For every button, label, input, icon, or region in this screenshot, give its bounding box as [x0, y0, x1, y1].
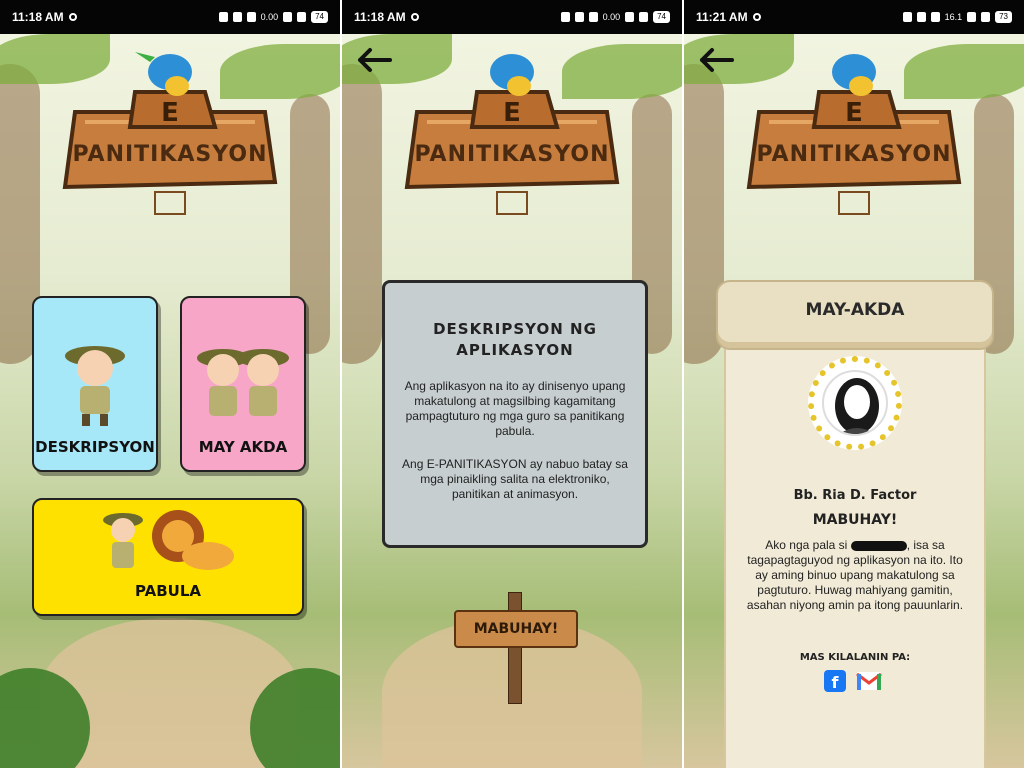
description-screen: 11:18 AM 0.00 74 E PANITIKASYON DESKRIPS… — [342, 0, 682, 768]
status-bar: 11:21 AM 16.1 73 — [684, 0, 1024, 34]
author-screen: 11:21 AM 16.1 73 E PANITIKASYON MAY-AKDA… — [684, 0, 1024, 768]
description-title: DESKRIPSYON NG APLIKASYON — [433, 320, 597, 359]
wifi-icon — [283, 12, 293, 22]
may-akda-label: MAY AKDA — [198, 438, 288, 456]
description-box: DESKRIPSYON NG APLIKASYON Ang aplikasyon… — [382, 280, 648, 548]
explorer-girl-icon — [65, 346, 125, 426]
pabula-card[interactable]: PABULA — [32, 498, 304, 616]
deskripsyon-card[interactable]: DESKRIPSYON — [32, 296, 158, 472]
status-time: 11:18 AM — [354, 10, 406, 24]
sync-icon — [410, 13, 419, 21]
alarm-icon — [574, 12, 584, 22]
home-screen: 11:18 AM 0.00 74 E PANITIKASYON DESKRIPS… — [0, 0, 340, 768]
sync-icon — [752, 13, 761, 21]
mabuhay-sign: MABUHAY! — [454, 592, 578, 712]
net-speed: 0.00 — [602, 12, 621, 22]
signal-icon — [297, 12, 307, 22]
pabula-label: PABULA — [134, 582, 201, 600]
net-speed: 0.00 — [260, 12, 279, 22]
battery-icon: 74 — [311, 11, 328, 23]
more-info-label: MAS KILALANIN PA: — [799, 652, 911, 663]
wifi-icon — [625, 12, 635, 22]
author-bio: Ako nga pala si , isa sa tagapagtaguyod … — [746, 538, 964, 613]
author-avatar — [822, 370, 888, 436]
logo-title: PANITIKASYON — [414, 142, 610, 167]
wifi-icon — [967, 12, 977, 22]
logo-letter: E — [845, 98, 863, 128]
logo-letter: E — [161, 98, 179, 128]
alarm-icon — [916, 12, 926, 22]
battery-icon: 73 — [995, 11, 1012, 23]
logo-title: PANITIKASYON — [72, 142, 268, 167]
app-logo: E PANITIKASYON — [55, 52, 285, 227]
status-time: 11:21 AM — [696, 10, 748, 24]
bio-start: Ako nga pala si — [765, 538, 848, 552]
alarm-icon — [232, 12, 242, 22]
arrow-left-icon — [358, 48, 392, 72]
scroll-title: MAY-AKDA — [805, 300, 905, 320]
back-button[interactable] — [354, 46, 394, 74]
description-paragraph: Ang E-PANITIKASYON ay nabuo batay sa mga… — [402, 457, 628, 501]
social-links: f — [824, 670, 882, 692]
app-logo: E PANITIKASYON — [739, 52, 969, 227]
deskripsyon-label: DESKRIPSYON — [35, 438, 155, 456]
arrow-left-icon — [700, 48, 734, 72]
app-logo: E PANITIKASYON — [397, 52, 627, 227]
logo-title: PANITIKASYON — [756, 142, 952, 167]
sync-icon — [68, 13, 77, 21]
status-bar: 11:18 AM 0.00 74 — [0, 0, 340, 34]
author-name: Bb. Ria D. Factor — [793, 488, 917, 503]
sign-board: MABUHAY! — [454, 610, 578, 648]
vibrate-icon — [560, 12, 570, 22]
signal-icon — [981, 12, 991, 22]
status-icons: 0.00 74 — [560, 11, 670, 23]
kid-and-lion-icon — [103, 510, 234, 570]
gmail-icon[interactable] — [856, 670, 882, 692]
may-akda-card[interactable]: MAY AKDA — [180, 296, 306, 472]
vibrate-icon — [218, 12, 228, 22]
status-time: 11:18 AM — [12, 10, 64, 24]
signal-icon — [639, 12, 649, 22]
redacted-name — [850, 540, 907, 551]
greeting: MABUHAY! — [812, 512, 898, 528]
logo-letter: E — [503, 98, 521, 128]
explorer-kids-icon — [197, 349, 289, 416]
battery-icon: 74 — [653, 11, 670, 23]
status-icons: 0.00 74 — [218, 11, 328, 23]
description-paragraph: Ang aplikasyon na ito ay dinisenyo upang… — [404, 379, 626, 438]
vibrate-icon — [902, 12, 912, 22]
status-bar: 11:18 AM 0.00 74 — [342, 0, 682, 34]
status-icons: 16.1 73 — [902, 11, 1012, 23]
nfc-icon — [246, 12, 256, 22]
facebook-icon[interactable]: f — [824, 670, 846, 692]
nfc-icon — [588, 12, 598, 22]
back-button[interactable] — [696, 46, 736, 74]
author-scroll: MAY-AKDA Bb. Ria D. Factor MABUHAY! Ako … — [716, 280, 994, 768]
sign-pole — [508, 592, 522, 704]
nfc-icon — [930, 12, 940, 22]
author-photo-frame — [808, 356, 902, 450]
tree-trunk — [342, 64, 382, 364]
net-speed: 16.1 — [944, 12, 963, 22]
